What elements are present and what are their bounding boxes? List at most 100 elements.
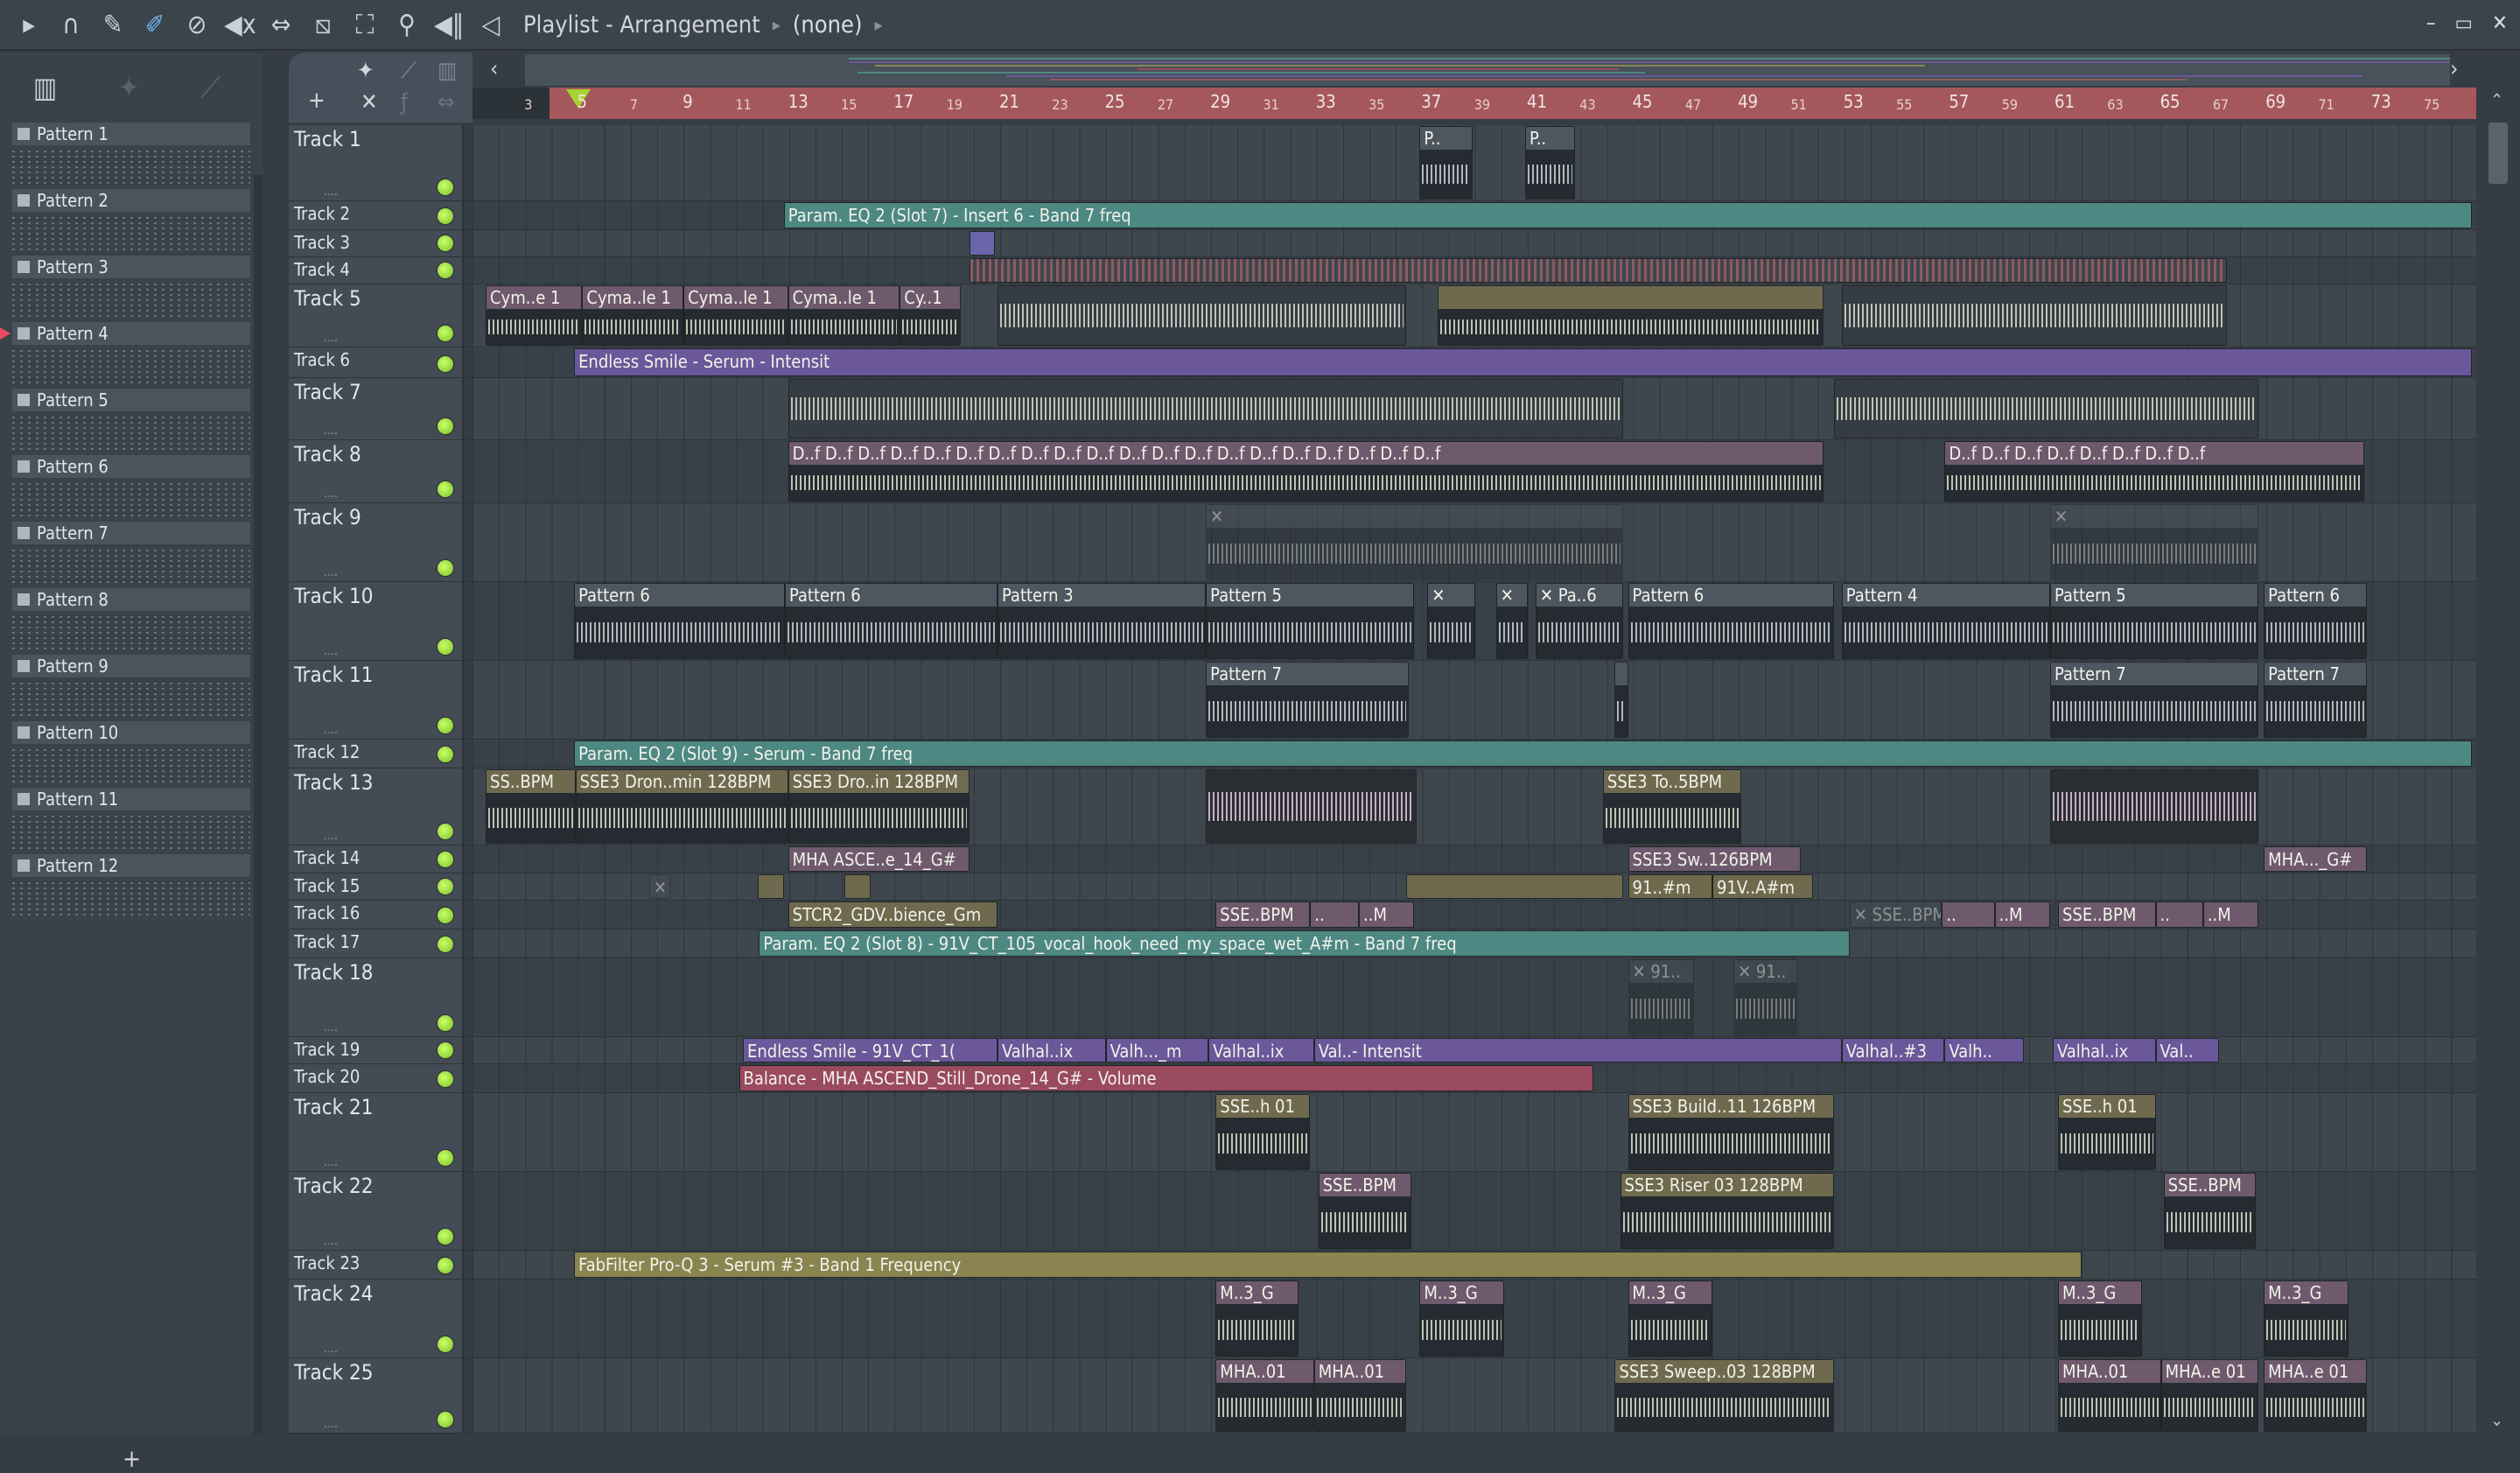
automation-clip[interactable]: Valhal..ix <box>1208 1038 1314 1063</box>
audio-clip[interactable]: M..3_G <box>1215 1280 1298 1357</box>
automation-clip[interactable]: ✕ <box>648 874 671 899</box>
track-enable-led[interactable] <box>438 1015 453 1031</box>
maximize-button[interactable]: ▭ <box>2455 11 2473 35</box>
track-header[interactable]: Track 20 <box>289 1064 464 1092</box>
close-icon[interactable]: ✕ <box>360 89 378 116</box>
track-lane[interactable]: M..3_G M..3_G M..3_G M..3_G M..3_G <box>472 1280 2476 1357</box>
audio-clip[interactable] <box>997 285 1407 346</box>
track-enable-led[interactable] <box>438 208 453 224</box>
track-enable-led[interactable] <box>438 639 453 655</box>
pencil-icon[interactable]: ✎ <box>98 10 128 40</box>
automation-icon[interactable]: ⟋ <box>200 71 220 105</box>
track-header[interactable]: Track 25.... <box>289 1358 464 1433</box>
audio-clip[interactable]: SSE3 Dron..min 128BPM <box>575 769 788 844</box>
track-lane[interactable]: MHA ASCE..e_14_G# SSE3 Sw..126BPM MHA..._G… <box>472 845 2476 873</box>
audio-clip[interactable]: D..f D..f D..f D..f D..f D..f D..f D..f <box>1944 441 2364 502</box>
automation-clip[interactable]: STCR2_GDV..bience_Gm <box>788 901 998 928</box>
track-lane[interactable]: SSE..BPM SSE3 Riser 03 128BPM SSE..BPM <box>472 1172 2476 1250</box>
track-lane[interactable]: Balance - MHA ASCEND_Still_Drone_14_G# -… <box>472 1064 2476 1092</box>
pattern-item[interactable]: Pattern 1 <box>12 123 250 189</box>
track-header[interactable]: Track 12 <box>289 740 464 768</box>
pattern-clip[interactable]: Pattern 7 <box>1206 662 1410 738</box>
track-options-icon[interactable]: .... <box>324 487 338 501</box>
track-enable-led[interactable] <box>438 179 453 195</box>
automation-clip[interactable]: SSE..BPM <box>1215 901 1311 928</box>
automation-clip[interactable]: .. <box>1310 901 1359 928</box>
pattern-item[interactable]: Pattern 4 <box>0 322 250 389</box>
audio-clip[interactable]: M..3_G <box>2058 1280 2143 1357</box>
track-header[interactable]: Track 21.... <box>289 1093 464 1171</box>
track-enable-led[interactable] <box>438 852 453 867</box>
track-lane[interactable]: Param. EQ 2 (Slot 7) - Insert 6 - Band 7… <box>472 201 2476 229</box>
automation-filter-icon[interactable]: ⟋ <box>401 58 416 85</box>
loop-region[interactable] <box>550 88 2476 119</box>
track-options-icon[interactable]: .... <box>324 424 338 438</box>
track-enable-led[interactable] <box>438 1258 453 1273</box>
zoom-icon[interactable]: ⚲ <box>392 10 422 40</box>
track-enable-led[interactable] <box>438 908 453 923</box>
pattern-clip[interactable]: ✕ <box>1427 583 1475 659</box>
audio-clip[interactable] <box>2049 769 2259 844</box>
track-lane[interactable]: Endless Smile - 91V_CT_1(Valhal..ix Valh.… <box>472 1037 2476 1063</box>
pattern-item[interactable]: Pattern 7 <box>12 522 250 588</box>
minimize-button[interactable]: – <box>2426 11 2436 35</box>
automation-clip[interactable]: Param. EQ 2 (Slot 9) - Serum - Band 7 fr… <box>574 740 2473 767</box>
track-lane[interactable]: Param. EQ 2 (Slot 9) - Serum - Band 7 fr… <box>472 740 2476 768</box>
track-enable-led[interactable] <box>438 718 453 733</box>
audio-clip[interactable]: Cym..e 1 <box>486 285 583 346</box>
pattern-clip[interactable]: Pattern 6 <box>1628 583 1834 659</box>
pattern-clip[interactable]: ✕ <box>1495 583 1528 659</box>
track-header[interactable]: Track 11.... <box>289 661 464 739</box>
stretch-icon[interactable]: ⇔ <box>438 89 455 116</box>
pattern-filter-icon[interactable]: ▥ <box>438 58 457 84</box>
audio-clip[interactable]: MHA..01 <box>1313 1359 1407 1432</box>
audio-clip[interactable]: Cy..1 <box>900 285 961 346</box>
audio-clip[interactable]: ✕ <box>1206 504 1623 580</box>
automation-clip[interactable]: 91V..A#m <box>1712 874 1813 899</box>
pattern-clip[interactable]: Pattern 5 <box>1206 583 1415 659</box>
track-header[interactable]: Track 4 <box>289 257 464 284</box>
automation-clip[interactable]: 91..#m <box>1628 874 1713 899</box>
scrollbar-thumb[interactable] <box>2488 123 2508 184</box>
pattern-list-scrollbar[interactable] <box>254 175 262 1435</box>
track-header[interactable]: Track 3 <box>289 230 464 256</box>
track-header[interactable]: Track 5.... <box>289 284 464 347</box>
track-header[interactable]: Track 17 <box>289 929 464 957</box>
scroll-up-icon[interactable]: ⌃ <box>2490 89 2503 110</box>
track-lane[interactable]: Endless Smile - Serum - Intensit <box>472 347 2476 377</box>
track-options-icon[interactable]: .... <box>324 565 338 579</box>
track-header[interactable]: Track 6 <box>289 347 464 377</box>
track-header[interactable]: Track 16 <box>289 901 464 929</box>
delete-icon[interactable]: ⊘ <box>182 10 212 40</box>
track-options-icon[interactable]: .... <box>324 1021 338 1035</box>
audio-filter-icon[interactable]: ✦ <box>357 58 374 84</box>
add-pattern-button[interactable]: + <box>122 1444 141 1473</box>
audio-clip[interactable]: D..f D..f D..f D..f D..f D..f D..f D..f … <box>788 441 1824 502</box>
track-options-icon[interactable]: .... <box>324 185 338 199</box>
track-header[interactable]: Track 19 <box>289 1037 464 1063</box>
audio-clip[interactable]: SSE..h 01 <box>1215 1094 1311 1170</box>
track-lane[interactable]: STCR2_GDV..bience_Gm SSE..BPM.. ..M ✕ SSE..… <box>472 901 2476 929</box>
arrangement-overview[interactable] <box>525 54 2450 86</box>
audio-clip[interactable] <box>1841 285 2227 346</box>
track-lane[interactable]: FabFilter Pro-Q 3 - Serum #3 - Band 1 Fr… <box>472 1251 2476 1279</box>
track-options-icon[interactable]: .... <box>324 829 338 843</box>
vertical-scrollbar[interactable]: ⌃ ⌄ <box>2476 88 2520 1434</box>
track-header[interactable]: Track 14 <box>289 845 464 873</box>
pattern-item[interactable]: Pattern 10 <box>12 721 250 788</box>
track-header[interactable]: Track 9.... <box>289 503 464 581</box>
audio-clip[interactable]: ✕ 91.. <box>1733 959 1797 1035</box>
audio-clip[interactable]: SSE..h 01 <box>2058 1094 2156 1170</box>
audio-clip[interactable]: ✕ <box>2049 504 2259 580</box>
track-lane[interactable]: Param. EQ 2 (Slot 8) - 91V_CT_105_vocal_… <box>472 929 2476 957</box>
track-enable-led[interactable] <box>438 1042 453 1058</box>
add-track-icon[interactable]: + <box>308 88 326 114</box>
timeline-ruler[interactable]: 3 5 7 9 11 13 15 17 19 21 23 25 27 29 31 33 35 37 39 41 43 45… <box>472 88 2476 119</box>
slice-icon[interactable]: ⧅ <box>308 10 338 40</box>
pattern-item[interactable]: Pattern 6 <box>12 455 250 522</box>
track-header[interactable]: Track 23 <box>289 1251 464 1279</box>
mute-icon[interactable]: ◀x <box>224 10 256 40</box>
audio-clip[interactable]: M..3_G <box>2264 1280 2348 1357</box>
pattern-clip[interactable]: Pattern 6 <box>784 583 998 659</box>
automation-clip[interactable]: Val..- Intensit <box>1313 1038 1842 1063</box>
